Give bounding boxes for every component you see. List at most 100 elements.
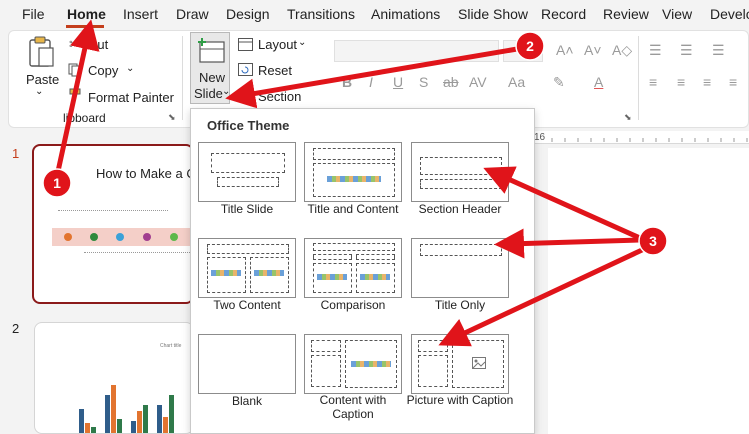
- format-painter-button[interactable]: Format Painter: [88, 90, 174, 105]
- layout-label-title-slide: Title Slide: [220, 202, 274, 216]
- scissors-icon: ✂: [69, 36, 81, 52]
- layout-label-picture-with-caption: Picture with Caption: [406, 393, 514, 407]
- horizontal-ruler: 16: [530, 131, 749, 144]
- font-color-icon[interactable]: A: [594, 74, 603, 90]
- menu-slide-show[interactable]: Slide Show: [458, 6, 528, 22]
- mini-chart-bar: [163, 417, 168, 433]
- increase-font-icon[interactable]: A˄: [556, 42, 574, 58]
- highlight-icon[interactable]: ✎: [553, 74, 565, 91]
- mini-chart-bar: [79, 409, 84, 433]
- paste-icon: [29, 36, 54, 67]
- layout-content-with-caption[interactable]: [304, 334, 402, 394]
- section-button[interactable]: Section: [258, 89, 301, 104]
- layout-blank[interactable]: [198, 334, 296, 394]
- justify-icon[interactable]: ≡: [729, 74, 737, 90]
- layout-two-content[interactable]: [198, 238, 296, 298]
- decrease-font-icon[interactable]: A˅: [584, 42, 602, 58]
- menu-view[interactable]: View: [662, 6, 692, 22]
- layout-button[interactable]: Layout: [258, 37, 297, 52]
- font-size-box[interactable]: [503, 40, 543, 62]
- strikethrough-icon[interactable]: ab: [443, 74, 459, 90]
- decrease-indent-icon[interactable]: ☰: [712, 42, 725, 59]
- gallery-theme-title: Office Theme: [207, 118, 290, 133]
- section-icon: [238, 89, 253, 102]
- new-slide-icon: [198, 38, 225, 63]
- menu-file[interactable]: File: [22, 6, 45, 22]
- layout-label-two-content: Two Content: [213, 298, 281, 312]
- new-slide-label-line1: New: [199, 70, 226, 85]
- group-divider: [182, 36, 183, 120]
- menu-transitions[interactable]: Transitions: [287, 6, 355, 22]
- slide-canvas[interactable]: [548, 148, 749, 434]
- mini-chart-bar: [137, 411, 142, 433]
- menu-record[interactable]: Record: [541, 6, 586, 22]
- bullets-icon[interactable]: ☰: [649, 42, 662, 59]
- change-case-icon[interactable]: Aa: [508, 74, 525, 90]
- mini-chart-bar: [91, 427, 96, 433]
- align-right-icon[interactable]: ≡: [703, 74, 711, 90]
- clipboard-group-label: lipboard: [63, 111, 106, 125]
- layout-comparison[interactable]: [304, 238, 402, 298]
- layout-label-blank: Blank: [231, 394, 263, 408]
- menu-draw[interactable]: Draw: [176, 6, 209, 22]
- layout-chevron-icon[interactable]: ⌄: [298, 37, 306, 48]
- layout-title-slide[interactable]: [198, 142, 296, 202]
- layout-label-content-with-caption: Content with Caption: [319, 393, 387, 421]
- font-name-box[interactable]: [334, 40, 499, 62]
- cut-button[interactable]: Cut: [88, 37, 108, 52]
- slide-number-1: 1: [12, 146, 20, 161]
- layout-label-title-only: Title Only: [434, 298, 486, 312]
- menu-review[interactable]: Review: [603, 6, 649, 22]
- layout-label-comparison: Comparison: [320, 298, 386, 312]
- layout-title-only[interactable]: [411, 238, 509, 298]
- menu-developer[interactable]: Develo: [710, 6, 749, 22]
- align-center-icon[interactable]: ≡: [677, 74, 685, 90]
- menu-design[interactable]: Design: [226, 6, 270, 22]
- active-tab-underline: [66, 25, 104, 28]
- slide-thumbnail-1[interactable]: How to Make a C: [32, 144, 194, 304]
- mini-chart-bar: [131, 421, 136, 433]
- slide-1-title: How to Make a C: [96, 166, 194, 181]
- font-dialog-launcher-icon[interactable]: ⬊: [624, 112, 632, 123]
- layout-section-header[interactable]: [411, 142, 509, 202]
- clear-formatting-icon[interactable]: A◇: [612, 42, 632, 59]
- timeline-text-placeholder: [84, 252, 192, 264]
- underline-icon[interactable]: U: [393, 74, 403, 90]
- menu-animations[interactable]: Animations: [371, 6, 440, 22]
- timeline-dots: [64, 233, 178, 241]
- layout-label-section-header: Section Header: [418, 202, 502, 216]
- bold-icon[interactable]: B: [342, 74, 352, 90]
- new-slide-gallery: Office Theme Title Slide Title and Conte…: [190, 108, 535, 434]
- new-slide-label-line2: Slide: [194, 86, 223, 101]
- mini-chart-bar: [105, 395, 110, 433]
- align-left-icon[interactable]: ≡: [649, 74, 657, 90]
- menu-insert[interactable]: Insert: [123, 6, 158, 22]
- slide-number-2: 2: [12, 321, 20, 336]
- italic-icon[interactable]: I: [369, 74, 373, 90]
- mini-chart-bar: [169, 395, 174, 433]
- paste-button[interactable]: Paste ⌄: [22, 36, 60, 104]
- shadow-icon[interactable]: S: [419, 74, 428, 90]
- layout-title-and-content[interactable]: [304, 142, 402, 202]
- format-painter-icon: [69, 88, 81, 101]
- copy-dropdown-chevron-icon[interactable]: ⌄: [126, 63, 134, 74]
- copy-button[interactable]: Copy: [88, 63, 118, 78]
- ruler-ticks: [551, 138, 748, 142]
- group-divider: [638, 36, 639, 120]
- reset-button[interactable]: Reset: [258, 63, 292, 78]
- mini-chart-bar: [117, 419, 122, 433]
- copy-icon: [68, 63, 81, 77]
- numbering-icon[interactable]: ☰: [680, 42, 693, 59]
- new-slide-button[interactable]: New Slide ⌄: [190, 32, 230, 104]
- menu-home[interactable]: Home: [67, 6, 106, 22]
- menu-bar: File Home Insert Draw Design Transitions…: [0, 0, 749, 28]
- chevron-down-icon: ⌄: [35, 86, 44, 97]
- dialog-launcher-icon[interactable]: ⬊: [168, 112, 176, 123]
- mini-chart-bar: [157, 405, 162, 433]
- slide-thumbnail-2[interactable]: Chart title: [34, 322, 194, 434]
- character-spacing-icon[interactable]: AV: [469, 74, 487, 90]
- new-slide-chevron-icon[interactable]: ⌄: [222, 86, 230, 97]
- reset-icon: [238, 63, 253, 76]
- timeline-text-placeholder: [58, 210, 168, 222]
- layout-picture-with-caption[interactable]: [411, 334, 509, 394]
